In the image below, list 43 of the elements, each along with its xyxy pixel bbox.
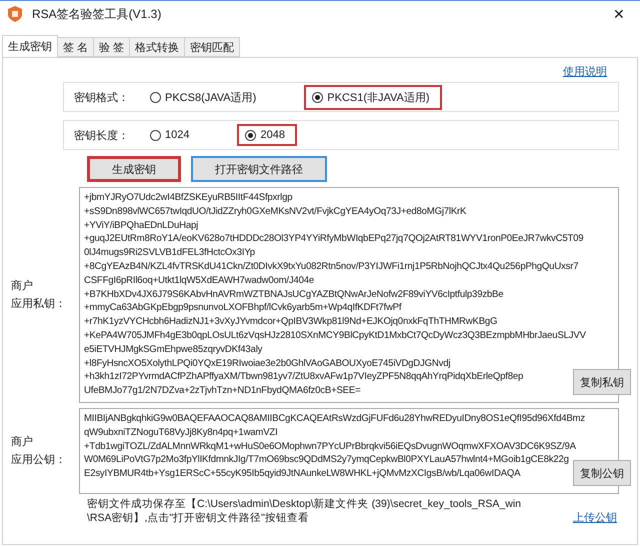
key-text-line: MIIBIjANBgkqhkiG9w0BAQEFAAOCAQ8AMIIBCgKCAQEAtRsWzdGjFUFd6u28YhwREDyuIDny8OS1eQfI95d96Xfd4Bmz	[84, 412, 585, 426]
group-label: 密钥长度：	[74, 128, 130, 142]
key-text-line: e5iETVHJMgkSGmEhpwe85zqryvDKf43aly	[84, 342, 262, 357]
key-text-line: CSFFgI6pRIl6oq+Utkt1lqW5XdEAWH7wadw0om/J404e	[84, 274, 314, 288]
tab[interactable]: 格式转换	[129, 37, 186, 57]
copy-button[interactable]: 复制私钥	[573, 369, 631, 395]
status-message: 密钥文件成功保存至【C:\Users\admin\Desktop\新建文件夹 (39)\secret_key_tools_RSA_win\RSA密钥】,点击"打开密钥文件路径"按钮查看	[87, 497, 522, 525]
field-label: 商户 应用私钥：	[11, 278, 67, 312]
copy-button[interactable]: 复制公钥	[573, 460, 631, 486]
key-text-line: +jbmYJRyO7Udc2wI4BfZSKEyuRB5IItF44Sfpxrlgp	[84, 191, 292, 205]
key-text-line: +YViY/iBPQhaEDnLDuHapj	[84, 218, 198, 232]
key-text-line: +Tdb1wgiTOZL/ZdALMnnWRkqM1+wHuS0e6OMophwn7PYcUPrBbrqkvi56iEQsDvugnWOqmwXFXOAV3DC6K9SZ/9A	[84, 440, 576, 454]
key-text-line: +r7hK1yzVYCHcbh6HadizNJ1+3vXyJYvmdcor+QpIBV3Wkp81l9Nd+EJKOjq0nxkFqThTHMRwKBgG	[84, 315, 498, 329]
field-label: 商户 应用公钥：	[11, 434, 67, 468]
key-text-line: +h3kh1zI72PYvrmdACfPZhAPffyaXM/Tbwn981yv7/ZtU8xvAFw1p7VIeyZPF5N8qqAhYrqPidqXbErleQpf8ep	[84, 370, 524, 384]
key-text-line: E2syIYBMUR4tb+Ysg1ERScC+55cyK95Ib5qyid9JtNAunkeLW8WHKL+jQMvMzXCIgsB/wb/Lqa06wIDAQA	[84, 467, 520, 481]
key-text-line: +B7KHbXDv4JX6J79S6KAbvHnAVRmWZTBNAJsUCgYAZBtQNwArJeNofw2F89viYV6cIptfulp39zbBe	[84, 288, 504, 302]
app-logo-icon	[8, 6, 22, 22]
key-text-line: +KePA4W705JMFh4gE3b0qpLOsULt6zVqsHJz2810SXnMCY9BlCpyKtD1MxbCt7QcDyWcz3Q3BEzmpbMHbrJaeuSLJVV	[84, 328, 586, 343]
key-text-line: +8CgYEAzB4N/KZL4fvTRSKdU41Ckn/Zt0DIvkX9txYu082Rtn5nov/P3YIJWFi1rnj1P5RbNojhQCJtx4Qu256pPhgQuUxsr7	[84, 260, 578, 274]
key-text-line: qW9ubxniTZNoguT68VyJj8Ky8n4pq+1wamVZI	[84, 426, 278, 440]
group-label: 密钥格式：	[74, 90, 130, 104]
radio-option[interactable]: 2048	[237, 124, 297, 146]
radio-option[interactable]: PKCS1(非JAVA适用)	[304, 84, 442, 110]
upload-link[interactable]: 上传公钥	[573, 510, 617, 525]
key-text-line: +l8FyHsncXO5XolythLPQi0YQxE19RIwoiae3e2b0GhlVAoGABOUXyoE745iVDgDJGNvdj	[84, 356, 450, 370]
radio-option[interactable]: PKCS8(JAVA适用)	[142, 84, 268, 110]
key-text-line: +guqJ2EUtRm8RoY1A/eoKV628o7tHDDDc28Ol3YP4YYiRfyMbWIqbEPq27jq7QOj2AtRT81WYV1ronP0EeJR7wkvC5T09	[84, 232, 584, 246]
help-link[interactable]: 使用说明	[563, 64, 607, 80]
tab[interactable]: 密钥匹配	[184, 37, 240, 57]
tab[interactable]: 验 签	[93, 37, 130, 57]
key-text-line: UfeBMJo77g1/2N7DZva+2zTjvhTzn+ND1nFbydQMA6fz0cB+SEE=	[84, 384, 360, 398]
action-button[interactable]: 生成密钥	[87, 156, 181, 182]
window-title: RSA签名验签工具(V1.3)	[32, 6, 162, 22]
key-text-line: W0M69LiPoVtG7p2Mo3fpYlIKfdmnkJIg/T7mO69bsc9QDdMS2y7ymqCepkwBl0PXYLauA57hwlnt4+MGoib1gCE8k22g	[84, 453, 569, 468]
action-button[interactable]: 打开密钥文件路径	[191, 156, 327, 182]
key-text-line: +sS9Dn898vlWC657twIqdUO/tJidZZryh0GXeMKsNV2vt/FvjkCgYEA4yOq73J+ed8oMGj7lKrK	[84, 204, 466, 219]
key-text-line: +mmyCa63AbGKpEbgp9psnunvoLXOFBhpf/lCvk6yarb5m+Wp4qIfKDFt7fwPf	[84, 301, 402, 316]
close-button[interactable]: ✕	[604, 1, 634, 27]
radio-option[interactable]: 1024	[142, 124, 202, 146]
tab[interactable]: 签 名	[57, 37, 94, 57]
tab[interactable]: 生成密钥	[2, 35, 58, 57]
key-text-line: 0lJ4mugs9Ri2SVLVB1dFEL3fHctcOx3IYp	[84, 246, 255, 260]
